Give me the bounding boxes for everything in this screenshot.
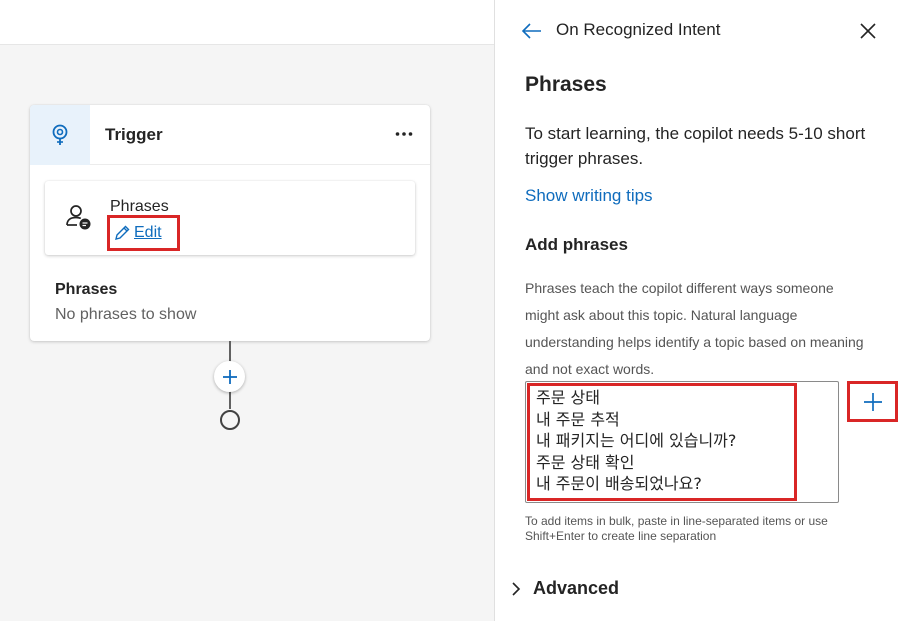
phrase-line: 주문 상태 확인	[536, 452, 635, 472]
phrase-line: 내 주문 추적	[536, 409, 620, 429]
more-horizontal-icon	[395, 132, 413, 136]
more-options-button[interactable]	[392, 122, 416, 146]
canvas-toolbar	[0, 0, 494, 45]
add-phrases-heading: Add phrases	[525, 235, 628, 254]
phrases-card: Phrases Edit	[45, 181, 415, 255]
trigger-title: Trigger	[105, 125, 163, 144]
lightbulb-icon	[52, 124, 68, 145]
advanced-section-toggle[interactable]: Advanced	[511, 578, 619, 599]
trigger-node[interactable]: Trigger Phrases Edit Phrases No phrases …	[30, 105, 430, 341]
panel-title: Phrases	[525, 73, 607, 96]
phrases-empty-text: No phrases to show	[55, 306, 197, 323]
edit-label[interactable]: Edit	[134, 224, 162, 242]
phrases-card-title: Phrases	[110, 198, 169, 215]
plus-icon	[863, 392, 882, 411]
advanced-label: Advanced	[533, 578, 620, 598]
edit-phrases-link[interactable]: Edit	[107, 215, 180, 251]
show-writing-tips-link[interactable]: Show writing tips	[525, 186, 653, 206]
panel-description: To start learning, the copilot needs 5-1…	[525, 124, 866, 168]
trigger-icon-box	[30, 105, 90, 165]
phrases-list: 주문 상태내 주문 추적내 패키지는 어디에 있습니까? 주문 상태 확인내 주문…	[536, 387, 736, 495]
phrase-line: 주문 상태	[536, 388, 600, 407]
phrase-line: 내 패키지는 어디에 있습니까?	[536, 431, 737, 450]
add-node-button[interactable]	[214, 361, 245, 392]
add-phrases-help: Phrases teach the copilot different ways…	[525, 280, 864, 377]
phrases-input[interactable]: 주문 상태내 주문 추적내 패키지는 어디에 있습니까? 주문 상태 확인내 주문…	[525, 381, 839, 503]
chevron-right-icon	[512, 581, 521, 596]
panel-breadcrumb: On Recognized Intent	[556, 20, 721, 39]
properties-panel: On Recognized Intent Phrases To start le…	[494, 0, 907, 621]
trigger-node-header: Trigger	[30, 105, 430, 165]
bulk-add-hint: To add items in bulk, paste in line-sepa…	[525, 514, 828, 543]
arrow-left-icon[interactable]	[521, 20, 543, 42]
authoring-canvas: Trigger Phrases Edit Phrases No phrases …	[0, 0, 494, 621]
end-node	[220, 410, 240, 430]
close-icon[interactable]	[859, 22, 877, 40]
add-phrase-button[interactable]	[847, 381, 898, 422]
person-chat-icon	[66, 205, 91, 230]
phrases-summary-title: Phrases	[55, 281, 118, 298]
plus-icon	[222, 369, 237, 384]
phrase-line: 내 주문이 배송되었나요?	[536, 474, 702, 493]
pencil-icon	[115, 225, 130, 240]
